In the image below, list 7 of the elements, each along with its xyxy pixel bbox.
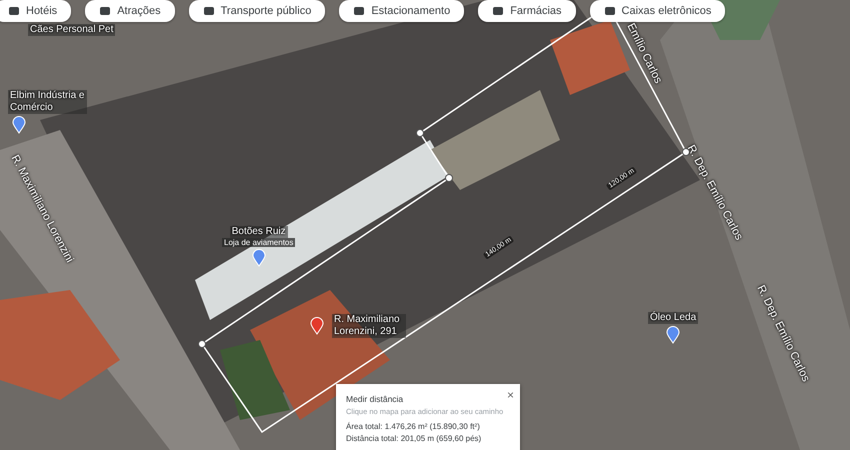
place-category: Loja de aviamentos bbox=[222, 238, 296, 247]
street-label: R. Dep. Emílio Carlos bbox=[754, 283, 812, 384]
street-label: R. Dep. Emílio Carlos bbox=[684, 143, 745, 242]
street-label: Emílio Carlos bbox=[624, 21, 664, 86]
total-distance: Distância total: 201,05 m (659,60 pés) bbox=[346, 434, 482, 443]
panel-title: Medir distância bbox=[346, 394, 404, 404]
total-area: Área total: 1.476,26 m² (15.890,30 ft²) bbox=[346, 422, 514, 431]
